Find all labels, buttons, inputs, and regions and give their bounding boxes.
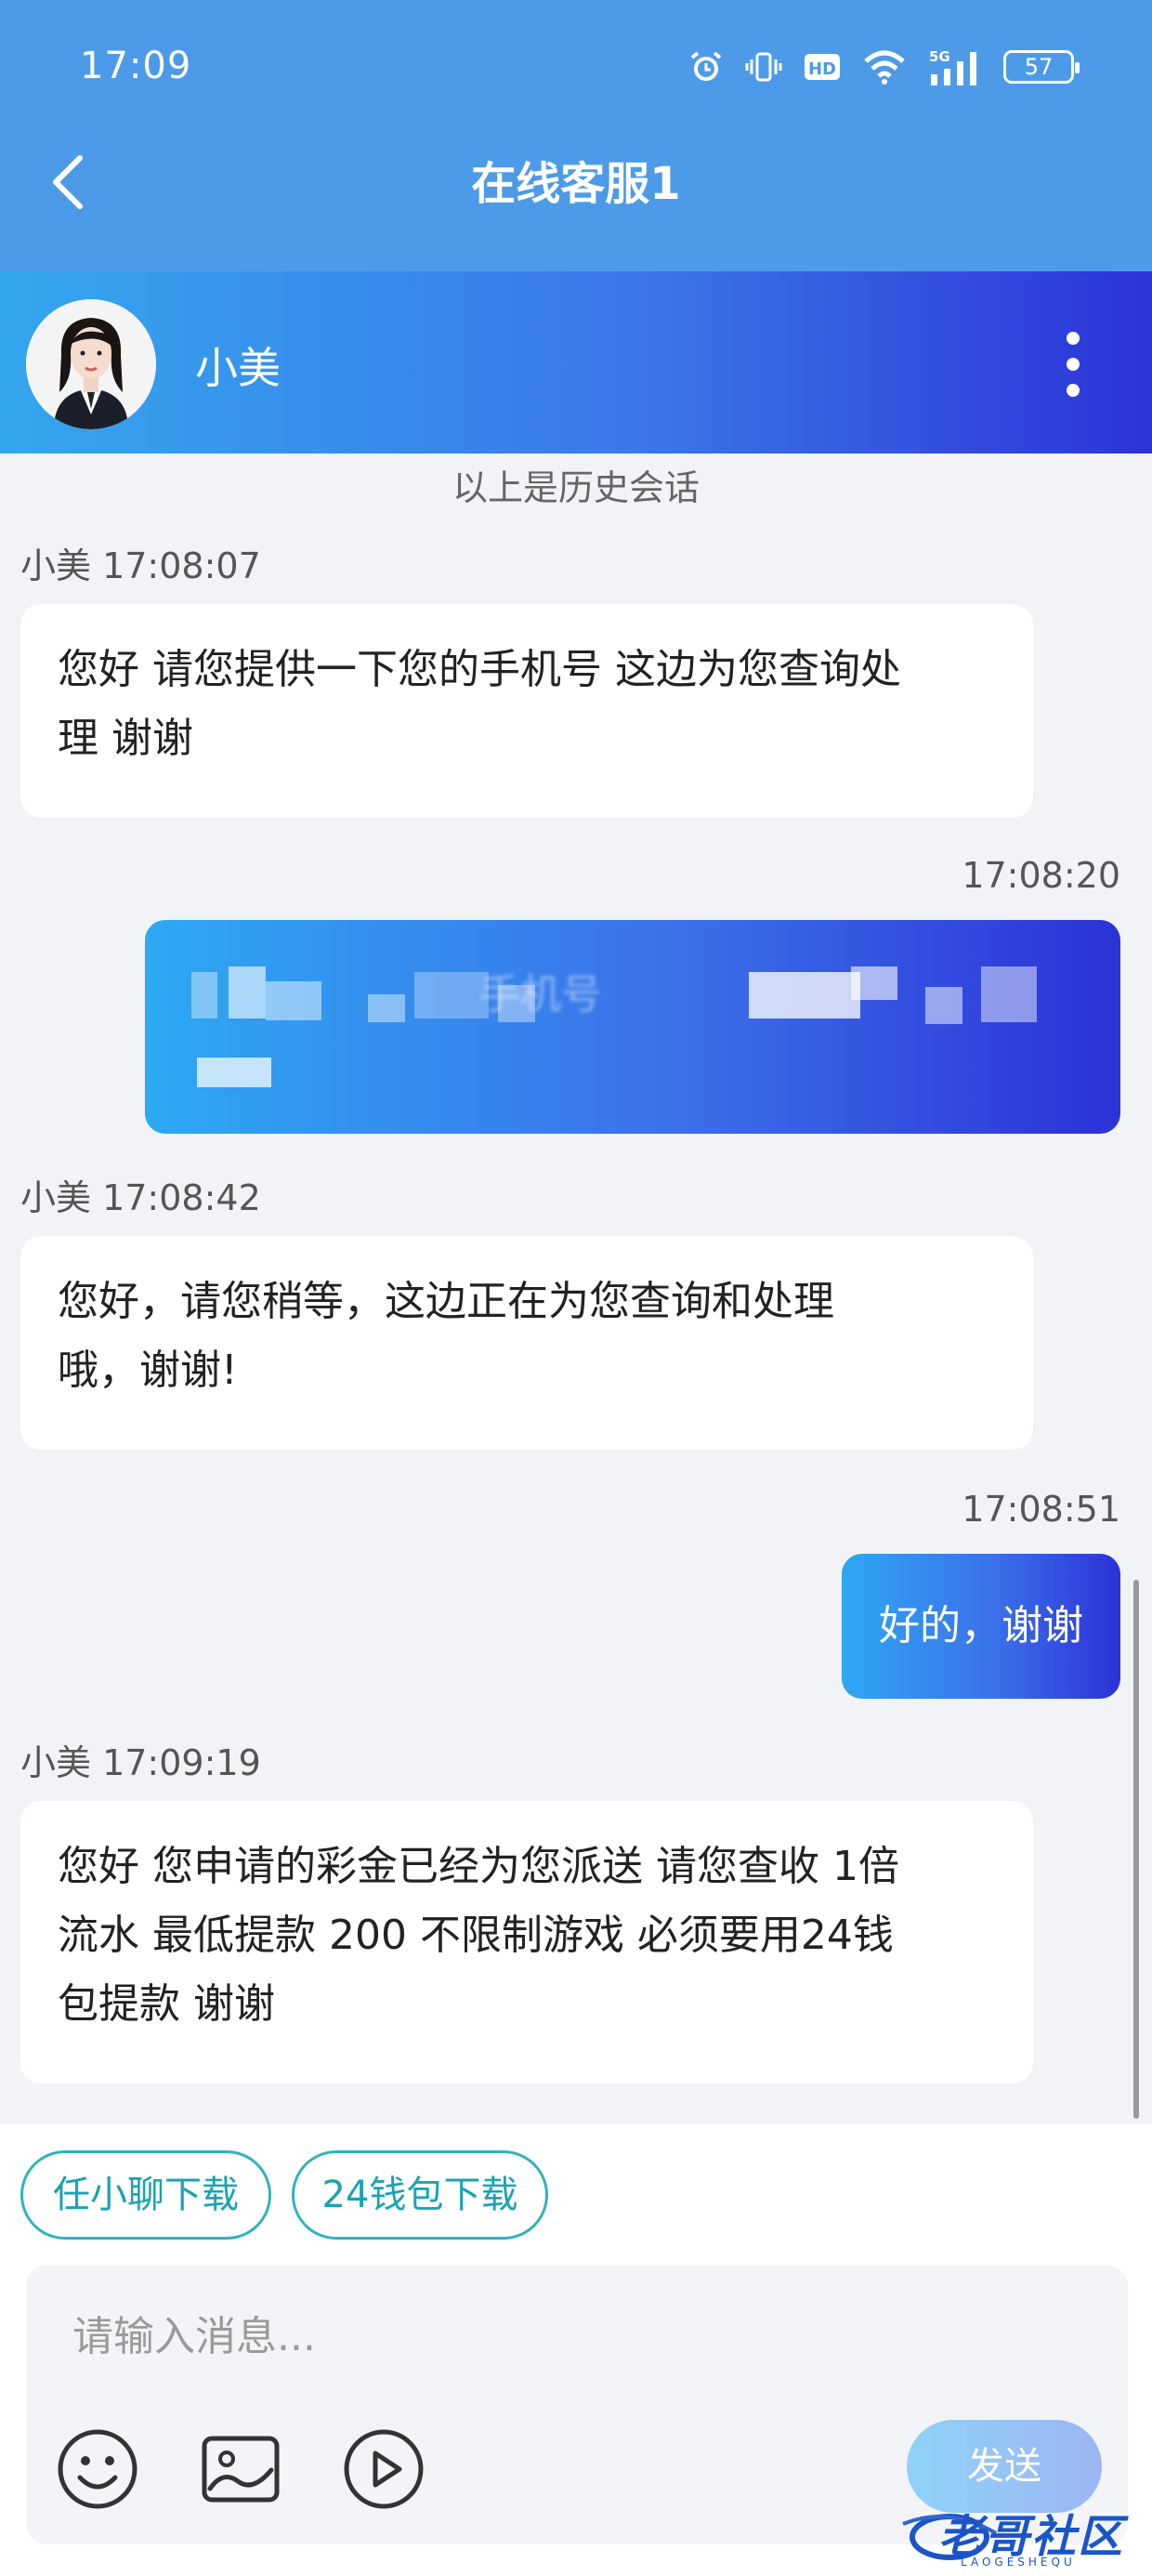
more-dot-icon (1067, 384, 1080, 397)
status-bar: 17:09 HD 5G 57 (0, 0, 1152, 139)
more-dot-icon (1067, 332, 1080, 345)
redacted-content: 手机号 (145, 920, 1120, 1134)
message-meta: 小美 17:08:42 (20, 1177, 261, 1218)
message-line: 理 谢谢 (58, 715, 193, 762)
page-title: 在线客服1 (471, 158, 681, 210)
hd-text: HD (808, 59, 836, 79)
message-time: 17:08:20 (962, 855, 1120, 896)
agent-header: 小美 (0, 271, 1152, 453)
message-line: 包提款 谢谢 (58, 1980, 275, 2028)
user-message-bubble[interactable]: 好的，谢谢 (842, 1554, 1120, 1699)
more-options-button[interactable] (1050, 318, 1096, 411)
chevron-left-icon (46, 155, 87, 216)
quick-action-download-24wallet[interactable]: 24钱包下载 (292, 2150, 548, 2240)
more-dot-icon (1067, 358, 1080, 371)
title-bar: 在线客服1 (0, 139, 1152, 271)
history-divider: 以上是历史会话 (452, 467, 700, 508)
message-line: 您好 您申请的彩金已经为您派送 请您查收 1倍 (58, 1843, 899, 1890)
image-icon (199, 2436, 282, 2515)
message-text: 好的，谢谢 (879, 1602, 1083, 1649)
message-line: 哦，谢谢! (58, 1347, 238, 1394)
message-line: 您好 请您提供一下您的手机号 这边为您查询处 (58, 646, 901, 693)
message-time: 17:08:51 (962, 1489, 1120, 1530)
alarm-icon (687, 48, 725, 85)
user-message-bubble[interactable]: 手机号 (145, 920, 1120, 1134)
video-button[interactable] (342, 2427, 425, 2511)
status-time: 17:09 (80, 45, 192, 87)
agent-name: 小美 (195, 343, 281, 393)
play-icon (342, 2429, 425, 2515)
agent-message-bubble[interactable]: 您好 您申请的彩金已经为您派送 请您查收 1倍 流水 最低提款 200 不限制游… (20, 1801, 1033, 2083)
message-line: 您好，请您稍等，这边正在为您查询和处理 (58, 1278, 834, 1325)
hd-icon: HD (803, 50, 842, 84)
agent-avatar (26, 299, 156, 429)
back-button[interactable] (46, 139, 139, 271)
vibrate-icon (745, 48, 782, 85)
watermark-subtext: LAOGESHEQU (961, 2556, 1076, 2569)
message-meta: 小美 17:09:19 (20, 1742, 261, 1783)
message-line: 流水 最低提款 200 不限制游戏 必须要用24钱 (58, 1912, 894, 1959)
message-meta: 小美 17:08:07 (20, 545, 261, 586)
quick-action-download-renxiaoliao[interactable]: 任小聊下载 (20, 2150, 271, 2240)
network-label: 5G (929, 48, 950, 65)
status-icons: HD 5G 57 (687, 46, 1080, 87)
emoji-button[interactable] (56, 2427, 139, 2511)
agent-message-bubble[interactable]: 您好，请您稍等，这边正在为您查询和处理 哦，谢谢! (20, 1236, 1033, 1450)
signal-icon: 5G (927, 46, 983, 87)
image-button[interactable] (199, 2427, 282, 2511)
emoji-icon (56, 2429, 139, 2515)
message-input[interactable] (72, 2299, 1076, 2373)
redacted-text: 手机号 (479, 971, 602, 1019)
wifi-icon (862, 48, 907, 85)
chat-scrollbar[interactable] (1133, 1580, 1139, 2119)
agent-message-bubble[interactable]: 您好 请您提供一下您的手机号 这边为您查询处 理 谢谢 (20, 604, 1033, 818)
battery-indicator: 57 (1003, 50, 1080, 84)
